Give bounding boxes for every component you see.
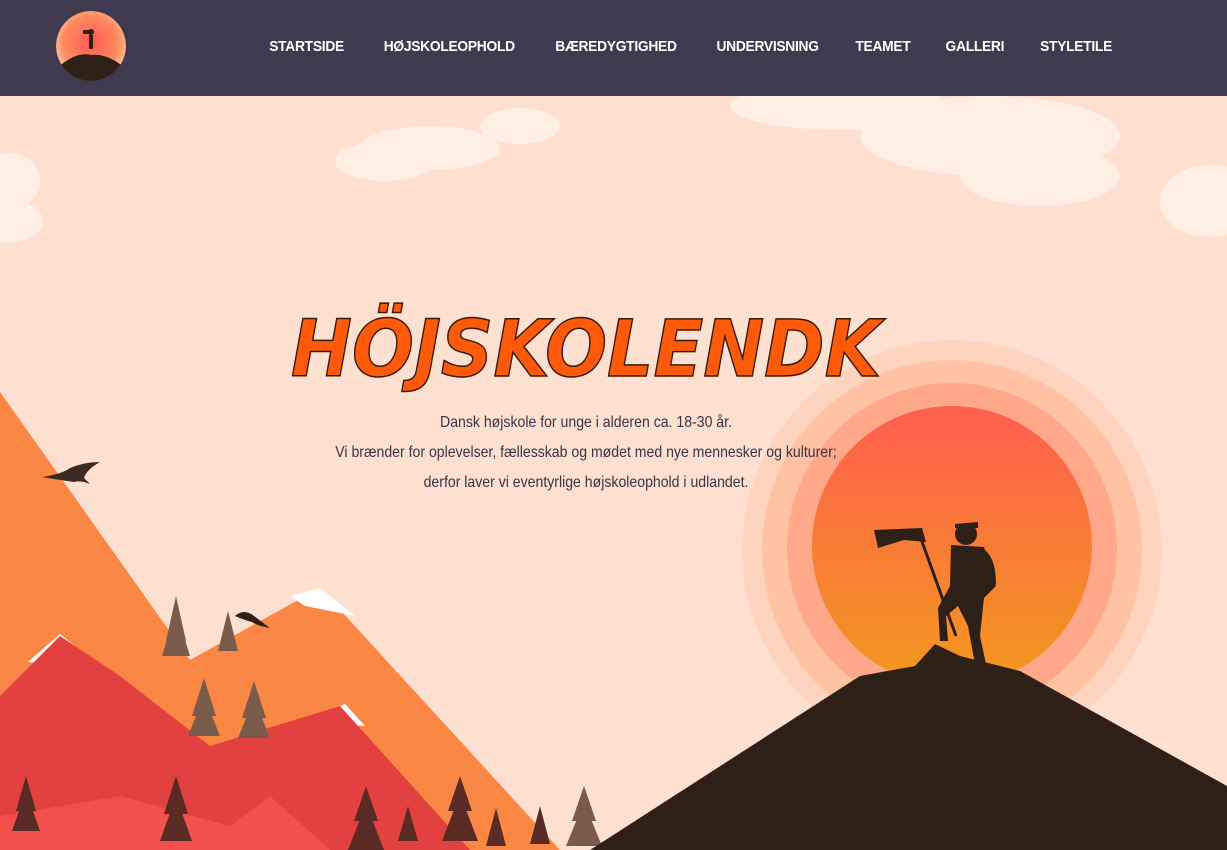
nav-item-undervisning[interactable]: UNDERVISNING [717,38,820,55]
hero-title: HÖJSKOLENDK [286,296,887,396]
logo-icon[interactable] [56,11,126,81]
nav-item-hojskoleophold[interactable]: HØJSKOLEOPHOLD [383,38,514,55]
logo-hiker-icon [56,11,126,81]
hero-description: Dansk højskole for unge i alderen ca. 18… [286,408,886,498]
hero-line-2: Vi brænder for oplevelser, fællesskab og… [335,444,837,461]
nav-item-teamet[interactable]: TEAMET [856,38,911,55]
hero-title-text: HÖJSKOLENDK [291,303,886,395]
hero-line-1: Dansk højskole for unge i alderen ca. 18… [440,414,732,431]
mountain-dark [590,644,1227,850]
site-header: STARTSIDE HØJSKOLEOPHOLD BÆREDYGTIGHED U… [0,0,1227,96]
main-nav: STARTSIDE HØJSKOLEOPHOLD BÆREDYGTIGHED U… [266,0,1115,92]
hero-line-3: derfor laver vi eventyrlige højskoleopho… [423,474,749,491]
nav-item-startside[interactable]: STARTSIDE [270,38,345,55]
nav-item-baeredygtighed[interactable]: BÆREDYGTIGHED [555,38,677,55]
nav-item-galleri[interactable]: GALLERI [946,38,1005,55]
nav-item-styletile[interactable]: STYLETILE [1040,38,1112,55]
clouds [0,96,1227,243]
